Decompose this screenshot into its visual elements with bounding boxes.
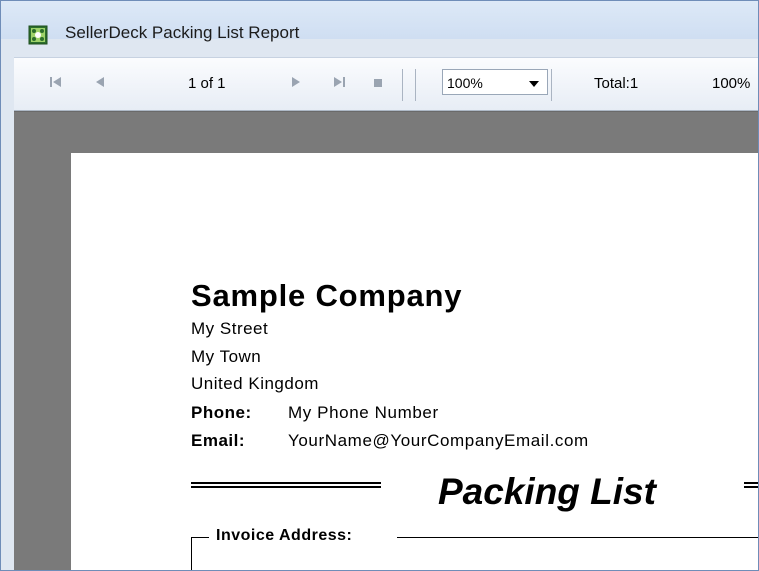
zoom-value: 100% — [447, 75, 483, 91]
next-page-icon[interactable] — [289, 75, 303, 93]
phone-label: Phone: — [191, 403, 252, 422]
report-title: Packing List — [438, 471, 656, 512]
app-icon — [28, 25, 48, 45]
toolbar-separator — [551, 69, 552, 101]
total-pages: Total:1 — [594, 75, 639, 92]
previous-page-icon[interactable] — [93, 75, 107, 93]
invoice-box-top-right — [397, 537, 758, 538]
email-value: YourName@YourCompanyEmail.com — [288, 431, 589, 450]
page-counter: 1 of 1 — [188, 75, 226, 92]
phone-value: My Phone Number — [288, 403, 439, 422]
company-name: Sample Company — [191, 278, 463, 313]
toolbar-separator — [415, 69, 416, 101]
invoice-box-top-left — [191, 537, 209, 538]
zoom-percent-readout: 100% — [712, 75, 751, 92]
first-page-icon[interactable] — [49, 75, 63, 93]
address-line: My Street — [191, 319, 269, 338]
address-line: United Kingdom — [191, 374, 319, 393]
invoice-box-left — [191, 537, 192, 570]
email-label: Email: — [191, 431, 246, 450]
window-title: SellerDeck Packing List Report — [65, 23, 300, 42]
title-bar: SellerDeck Packing List Report — [1, 1, 758, 45]
last-page-icon[interactable] — [332, 75, 346, 93]
invoice-address-label: Invoice Address: — [216, 527, 353, 544]
toolbar: 1 of 1 100% Total:1 100% — [14, 57, 758, 111]
zoom-select[interactable]: 100% — [442, 69, 548, 95]
title-rule-right — [744, 482, 758, 488]
report-window: SellerDeck Packing List Report 1 of 1 10… — [0, 0, 759, 571]
toolbar-separator — [402, 69, 403, 101]
chevron-down-icon[interactable] — [529, 81, 539, 87]
title-rule-left — [191, 482, 381, 488]
stop-icon[interactable] — [371, 75, 385, 93]
address-line: My Town — [191, 347, 262, 366]
